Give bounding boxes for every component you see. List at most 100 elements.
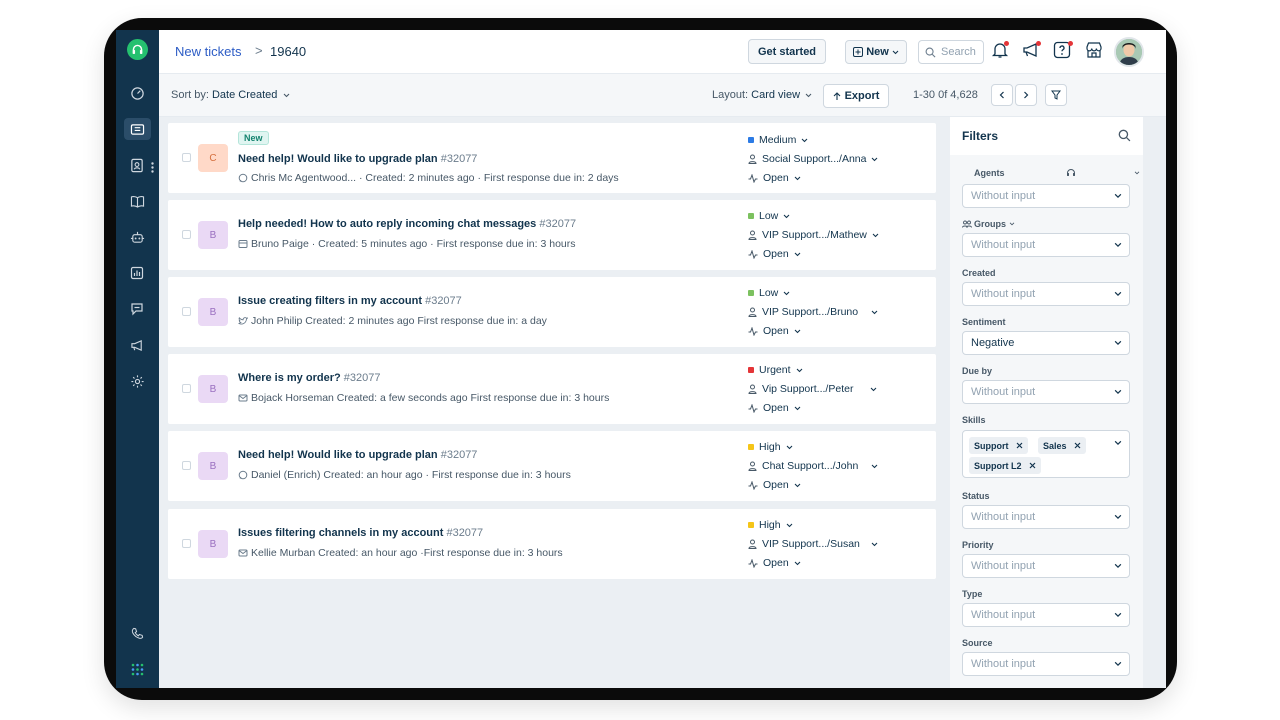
headset-logo-icon[interactable] xyxy=(127,39,148,60)
group-agent-dropdown[interactable]: Chat Support.../John xyxy=(748,460,878,472)
reports-icon[interactable] xyxy=(126,262,148,284)
tickets-icon[interactable] xyxy=(124,118,151,140)
priority-dropdown[interactable]: High xyxy=(748,519,793,531)
announcements-icon[interactable] xyxy=(1022,41,1044,63)
created-select[interactable]: Without input xyxy=(962,282,1130,306)
ticket-subject[interactable]: Where is my order? #32077 xyxy=(238,372,380,384)
prev-page-button[interactable] xyxy=(991,84,1013,106)
ticket-checkbox[interactable] xyxy=(182,230,191,239)
ticket-card[interactable]: B Help needed! How to auto reply incomin… xyxy=(168,200,936,270)
ticket-card[interactable]: B Issues filtering channels in my accoun… xyxy=(168,509,936,579)
user-avatar[interactable] xyxy=(1114,37,1144,67)
layout-dropdown[interactable]: Layout: Card view xyxy=(712,89,812,101)
chevron-down-icon xyxy=(1114,291,1122,297)
ticket-subject[interactable]: Help needed! How to auto reply incoming … xyxy=(238,218,576,230)
apps-grid-icon[interactable] xyxy=(126,658,148,680)
next-page-button[interactable] xyxy=(1015,84,1037,106)
skill-chip-support-l2: Support L2 xyxy=(969,457,1041,474)
status-dropdown[interactable]: Open xyxy=(748,402,801,414)
group-agent-dropdown[interactable]: Social Support.../Anna xyxy=(748,153,878,165)
phone-icon[interactable] xyxy=(126,622,148,644)
group-agent-dropdown[interactable]: VIP Support.../Bruno xyxy=(748,306,878,318)
status-select[interactable]: Without input xyxy=(962,505,1130,529)
status-dropdown[interactable]: Open xyxy=(748,248,801,260)
contacts-icon[interactable] xyxy=(126,154,148,176)
priority-dropdown[interactable]: Low xyxy=(748,210,790,222)
ticket-subject[interactable]: Issues filtering channels in my account … xyxy=(238,527,483,539)
ticket-card[interactable]: C New Need help! Would like to upgrade p… xyxy=(168,123,936,193)
ticket-checkbox[interactable] xyxy=(182,461,191,470)
breadcrumb-ticket-id: 19640 xyxy=(270,44,307,59)
ticket-checkbox[interactable] xyxy=(182,384,191,393)
dashboard-icon[interactable] xyxy=(126,82,148,104)
chat-icon[interactable] xyxy=(126,298,148,320)
close-icon[interactable] xyxy=(1074,442,1081,449)
chevron-down-icon xyxy=(794,561,801,565)
ticket-subject[interactable]: Need help! Would like to upgrade plan #3… xyxy=(238,449,477,461)
headset-icon xyxy=(1067,169,1075,176)
ticket-card[interactable]: B Need help! Would like to upgrade plan … xyxy=(168,431,936,501)
ticket-checkbox[interactable] xyxy=(182,539,191,548)
settings-icon[interactable] xyxy=(126,370,148,392)
new-button[interactable]: New xyxy=(845,40,907,64)
web-portal-icon xyxy=(238,240,248,248)
skills-multiselect[interactable]: Support Sales Support L2 xyxy=(962,430,1130,478)
status-dropdown[interactable]: Open xyxy=(748,172,801,184)
agents-select[interactable]: Without input xyxy=(962,184,1130,208)
ticket-card[interactable]: B Issue creating filters in my account #… xyxy=(168,277,936,347)
sentiment-select[interactable]: Negative xyxy=(962,331,1130,355)
more-options-icon[interactable] xyxy=(151,160,154,178)
filter-toggle-button[interactable] xyxy=(1045,84,1067,106)
search-icon[interactable] xyxy=(1118,129,1131,142)
ticket-checkbox[interactable] xyxy=(182,307,191,316)
ticket-checkbox[interactable] xyxy=(182,153,191,162)
campaigns-icon[interactable] xyxy=(126,334,148,356)
priority-dropdown[interactable]: High xyxy=(748,441,793,453)
close-icon[interactable] xyxy=(1029,462,1036,469)
type-select[interactable]: Without input xyxy=(962,603,1130,627)
group-agent-dropdown[interactable]: VIP Support.../Mathew xyxy=(748,229,879,241)
priority-color-icon xyxy=(748,444,754,450)
group-agent-dropdown[interactable]: Vip Support.../Peter xyxy=(748,383,877,395)
export-button[interactable]: Export xyxy=(823,84,889,108)
ticket-subject[interactable]: Need help! Would like to upgrade plan #3… xyxy=(238,153,477,165)
priority-dropdown[interactable]: Medium xyxy=(748,134,808,146)
marketplace-store-icon[interactable] xyxy=(1085,41,1107,63)
groups-select[interactable]: Without input xyxy=(962,233,1130,257)
notifications-bell-icon[interactable] xyxy=(991,41,1013,63)
ticket-meta: Bruno Paige · Created: 5 minutes ago · F… xyxy=(238,238,576,250)
help-icon[interactable] xyxy=(1053,41,1075,63)
ticket-number: #32077 xyxy=(343,372,381,384)
status-value: Open xyxy=(763,557,789,569)
status-value: Open xyxy=(763,172,789,184)
status-dropdown[interactable]: Open xyxy=(748,325,801,337)
bot-icon[interactable] xyxy=(126,226,148,248)
status-label: Status xyxy=(962,491,990,501)
sort-dropdown[interactable]: Sort by: Date Created xyxy=(171,89,290,101)
ticket-subject[interactable]: Issue creating filters in my account #32… xyxy=(238,295,462,307)
priority-dropdown[interactable]: Low xyxy=(748,287,790,299)
activity-pulse-icon xyxy=(748,249,758,259)
groups-icon xyxy=(962,220,972,228)
agents-select-value: Without input xyxy=(971,190,1036,202)
chevron-down-icon xyxy=(794,406,801,410)
chevron-down-icon xyxy=(1114,514,1122,520)
due-by-select[interactable]: Without input xyxy=(962,380,1130,404)
close-icon[interactable] xyxy=(1016,442,1023,449)
search-input[interactable]: Search xyxy=(918,40,984,64)
person-icon xyxy=(748,384,757,394)
status-dropdown[interactable]: Open xyxy=(748,479,801,491)
priority-dropdown[interactable]: Urgent xyxy=(748,364,803,376)
breadcrumb-new-tickets[interactable]: New tickets xyxy=(175,44,241,59)
chevron-down-icon[interactable] xyxy=(1134,171,1140,175)
ticket-card[interactable]: B Where is my order? #32077 Bojack Horse… xyxy=(168,354,936,424)
priority-select[interactable]: Without input xyxy=(962,554,1130,578)
person-icon xyxy=(748,154,757,164)
groups-label[interactable]: Groups xyxy=(974,219,1006,229)
knowledge-base-icon[interactable] xyxy=(126,190,148,212)
group-agent-dropdown[interactable]: VIP Support.../Susan xyxy=(748,538,878,550)
status-dropdown[interactable]: Open xyxy=(748,557,801,569)
filters-title: Filters xyxy=(962,129,999,143)
get-started-button[interactable]: Get started xyxy=(748,39,826,64)
source-select[interactable]: Without input xyxy=(962,652,1130,676)
